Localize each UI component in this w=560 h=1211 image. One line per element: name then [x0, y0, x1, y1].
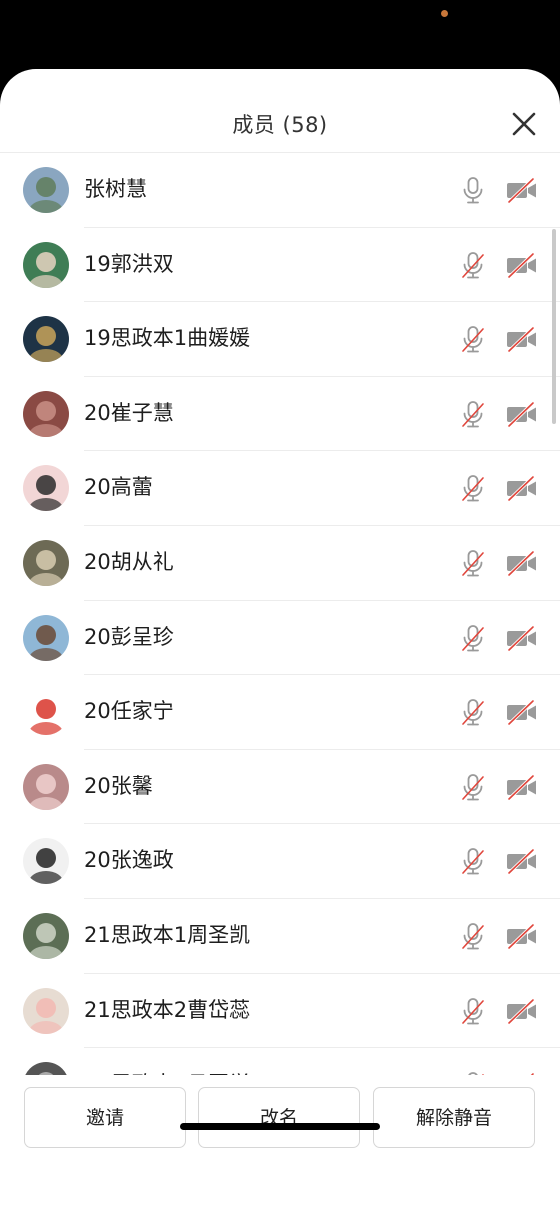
- member-name: 20任家宁: [84, 699, 174, 724]
- camera-off-icon[interactable]: [505, 175, 539, 205]
- home-indicator: [180, 1123, 380, 1130]
- mic-muted-icon[interactable]: [458, 846, 488, 876]
- member-name: 张树慧: [84, 177, 147, 201]
- camera-off-icon[interactable]: [505, 473, 539, 503]
- rename-button[interactable]: 改名: [198, 1087, 360, 1148]
- member-row[interactable]: 20彭呈珍: [0, 601, 560, 676]
- avatar: [23, 987, 69, 1034]
- camera-off-icon[interactable]: [505, 921, 539, 951]
- member-row[interactable]: 20崔子慧: [0, 377, 560, 452]
- member-list[interactable]: 张树慧 19郭洪双 19思政本1曲媛媛 20崔子慧 20高蕾 20胡从礼 20彭呈珍 20任家…: [0, 153, 560, 1075]
- member-name: 20彭呈珍: [84, 624, 174, 649]
- member-name: 19郭洪双: [84, 251, 174, 276]
- unmute-button[interactable]: 解除静音: [373, 1087, 535, 1148]
- member-name: 19思政本1曲媛媛: [84, 326, 251, 351]
- member-name: 20张馨: [84, 773, 153, 798]
- member-row[interactable]: 19思政本1曲媛媛: [0, 302, 560, 377]
- mic-muted-icon[interactable]: [458, 473, 488, 503]
- member-row[interactable]: 21思政本2吕国栄: [0, 1048, 560, 1075]
- mic-muted-icon[interactable]: [458, 697, 488, 727]
- member-name: 21思政本2曹岱蕊: [84, 997, 251, 1022]
- member-name: 21思政本1周圣凯: [84, 923, 251, 947]
- page-title: 成员 (58): [232, 113, 328, 137]
- mic-muted-icon[interactable]: [458, 623, 488, 653]
- member-row[interactable]: 张树慧: [0, 153, 560, 228]
- mic-muted-icon[interactable]: [458, 921, 488, 951]
- camera-off-icon[interactable]: [505, 623, 539, 653]
- member-row[interactable]: 19郭洪双: [0, 228, 560, 303]
- avatar: [23, 241, 69, 288]
- scrollbar[interactable]: [552, 229, 556, 424]
- avatar: [23, 614, 69, 661]
- member-row[interactable]: 20任家宁: [0, 675, 560, 750]
- avatar: [23, 838, 69, 885]
- member-row[interactable]: 20张逸政: [0, 824, 560, 899]
- camera-off-icon[interactable]: [505, 324, 539, 354]
- member-name: 20崔子慧: [84, 400, 174, 425]
- avatar: [23, 390, 69, 437]
- camera-off-icon[interactable]: [505, 697, 539, 727]
- avatar: [23, 913, 69, 959]
- mic-icon[interactable]: [458, 175, 488, 205]
- avatar: [23, 167, 69, 213]
- avatar: [23, 540, 69, 586]
- avatar: [23, 763, 69, 810]
- camera-off-icon[interactable]: [505, 250, 539, 280]
- avatar: [23, 316, 69, 363]
- members-sheet: 成员 (58) 张树慧 19郭洪双 19思政本1曲媛媛 20崔子慧 20高蕾 20胡从礼 2…: [0, 69, 560, 1211]
- member-name: 21思政本2吕国栄: [84, 1048, 250, 1075]
- member-name: 20胡从礼: [84, 550, 174, 574]
- camera-off-icon[interactable]: [505, 846, 539, 876]
- mic-muted-icon[interactable]: [458, 996, 488, 1026]
- member-row[interactable]: 20胡从礼: [0, 526, 560, 601]
- camera-off-icon[interactable]: [505, 772, 539, 802]
- camera-dot: [441, 10, 448, 17]
- close-icon: [512, 112, 536, 136]
- footer-actions: 邀请 改名 解除静音: [0, 1075, 560, 1211]
- avatar: [23, 465, 69, 512]
- member-name: 20高蕾: [84, 475, 153, 500]
- camera-off-icon[interactable]: [505, 548, 539, 578]
- avatar: [23, 689, 69, 736]
- close-button[interactable]: [510, 110, 538, 138]
- avatar: [23, 1062, 69, 1075]
- mic-muted-icon[interactable]: [458, 548, 488, 578]
- sheet-header: 成员 (58): [0, 69, 560, 153]
- mic-muted-icon[interactable]: [458, 772, 488, 802]
- mic-muted-icon[interactable]: [458, 324, 488, 354]
- invite-button[interactable]: 邀请: [24, 1087, 186, 1148]
- member-row[interactable]: 20高蕾: [0, 451, 560, 526]
- member-name: 20张逸政: [84, 848, 174, 873]
- mic-muted-icon[interactable]: [458, 250, 488, 280]
- member-row[interactable]: 21思政本2曹岱蕊: [0, 974, 560, 1049]
- camera-off-icon[interactable]: [505, 996, 539, 1026]
- camera-off-icon[interactable]: [505, 399, 539, 429]
- mic-muted-icon[interactable]: [458, 399, 488, 429]
- member-row[interactable]: 20张馨: [0, 750, 560, 825]
- member-row[interactable]: 21思政本1周圣凯: [0, 899, 560, 974]
